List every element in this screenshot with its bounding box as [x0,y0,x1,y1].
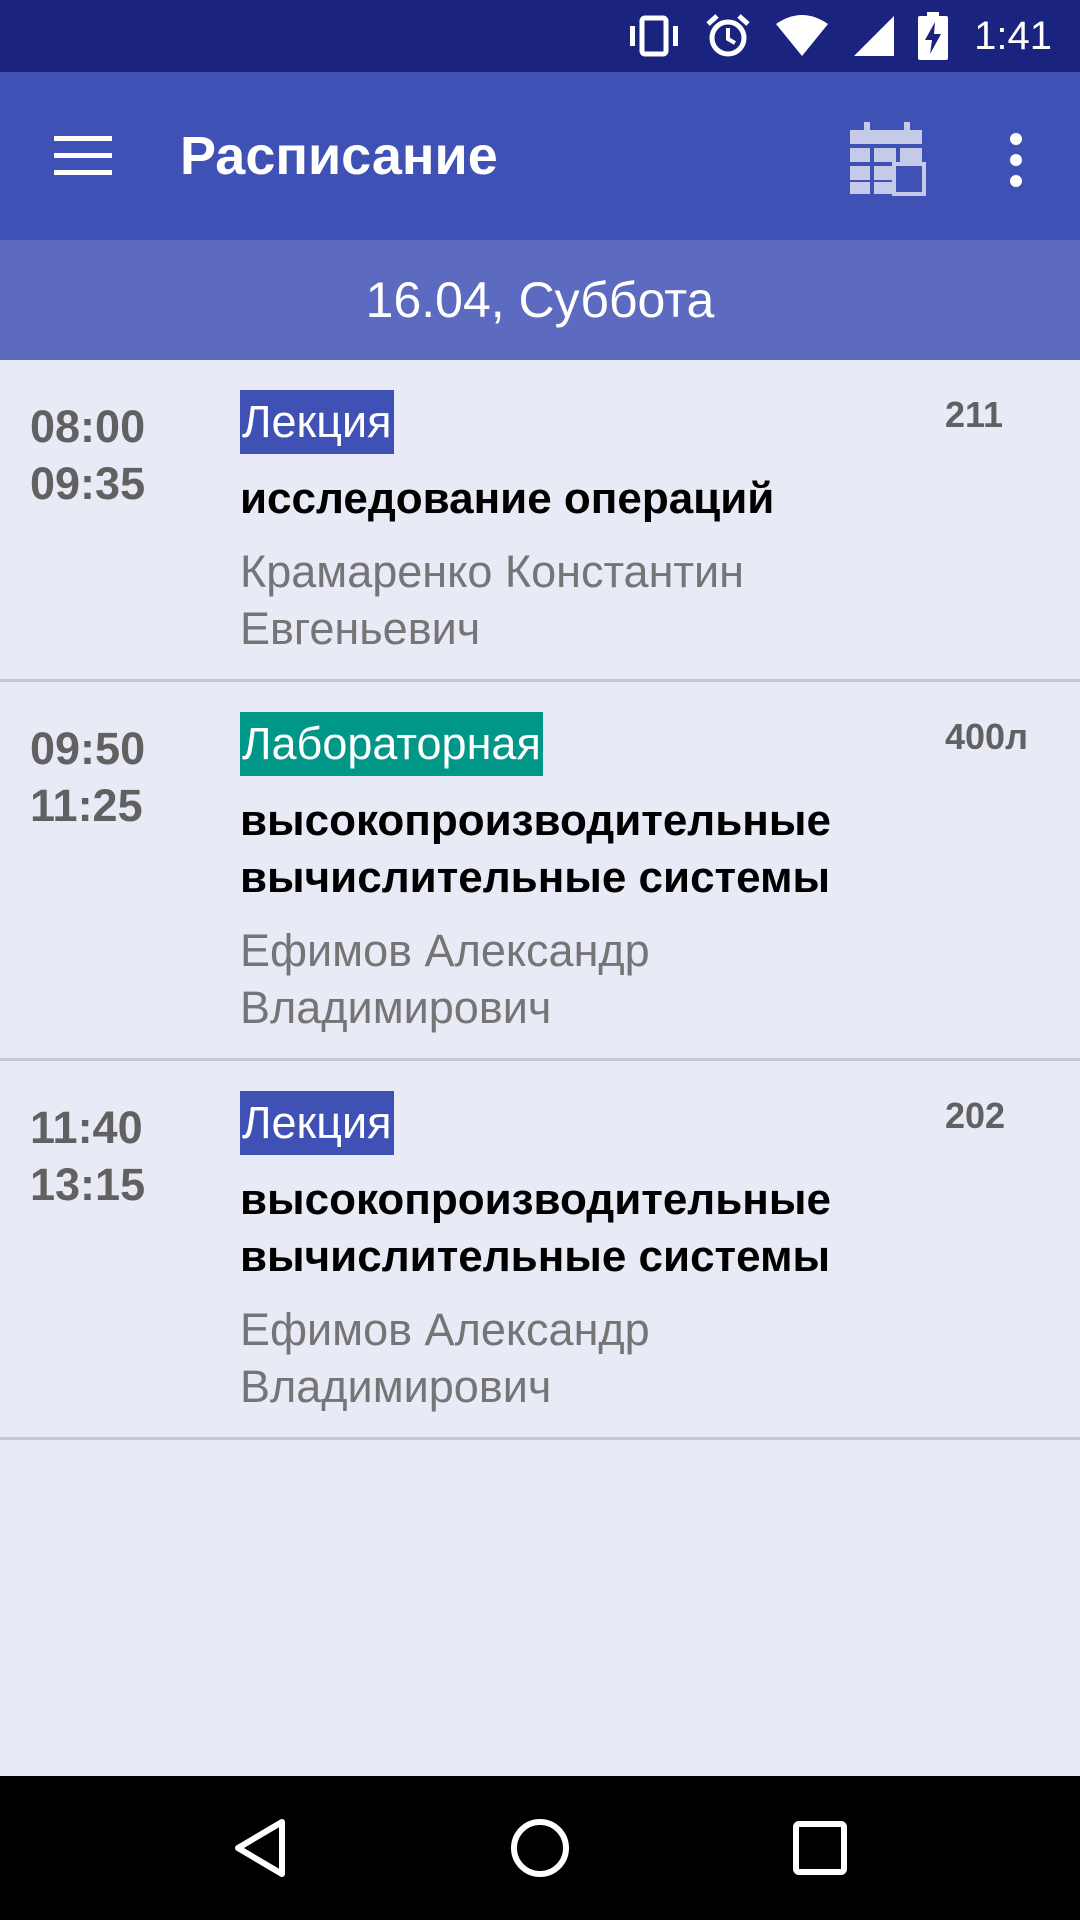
battery-charging-icon [918,12,949,60]
recents-button[interactable] [760,1788,880,1908]
menu-button[interactable] [40,116,128,196]
lesson-item[interactable]: 11:40 13:15 202 Лекция высокопроизводите… [0,1061,1080,1440]
lesson-start-time: 08:00 [30,401,146,452]
lesson-type-badge: Лекция [240,390,394,454]
wifi-icon [774,14,830,58]
home-icon [511,1819,569,1877]
signal-icon [852,14,896,58]
more-vert-icon [1010,133,1022,187]
lesson-room: 202 [945,1095,1006,1136]
back-button[interactable] [200,1788,320,1908]
lesson-type-badge: Лабораторная [240,712,543,776]
lesson-end-time: 11:25 [30,780,143,831]
lesson-times: 08:00 09:35 [30,398,145,512]
lesson-times: 11:40 13:15 [30,1099,145,1213]
lesson-teacher: Ефимов Александр Владимирович [240,1304,650,1412]
lesson-teacher: Крамаренко Константин Евгеньевич [240,546,745,654]
system-nav-bar [0,1776,1080,1920]
alarm-icon [704,12,752,60]
lesson-end-time: 09:35 [30,458,146,509]
lesson-subject: исследование операций [240,474,775,523]
schedule-list: 08:00 09:35 211 Лекция исследование опер… [0,360,1080,1440]
status-time: 1:41 [974,13,1052,58]
lesson-end-time: 13:15 [30,1159,146,1210]
app-bar: Расписание [0,72,1080,240]
lesson-item[interactable]: 09:50 11:25 400л Лабораторная высокопрои… [0,682,1080,1061]
recents-icon [793,1821,847,1875]
lesson-start-time: 11:40 [30,1102,143,1153]
more-options-button[interactable] [976,116,1056,204]
hamburger-menu-icon [54,136,112,175]
lesson-times: 09:50 11:25 [30,720,145,834]
calendar-button[interactable] [840,116,936,204]
lesson-room: 211 [945,394,1004,435]
calendar-icon [850,122,926,196]
status-bar: 1:41 [0,0,1080,72]
page-title: Расписание [180,126,498,186]
home-button[interactable] [480,1788,600,1908]
lesson-teacher: Ефимов Александр Владимирович [240,925,650,1033]
lesson-room: 400л [945,716,1028,757]
lesson-type-badge: Лекция [240,1091,394,1155]
lesson-item[interactable]: 08:00 09:35 211 Лекция исследование опер… [0,360,1080,682]
vibrate-icon [626,12,682,60]
lesson-subject: высокопроизводительные вычислительные си… [240,796,831,902]
back-icon [235,1819,285,1877]
lesson-start-time: 09:50 [30,723,146,774]
lesson-subject: высокопроизводительные вычислительные си… [240,1175,831,1281]
date-header: 16.04, Суббота [0,240,1080,360]
